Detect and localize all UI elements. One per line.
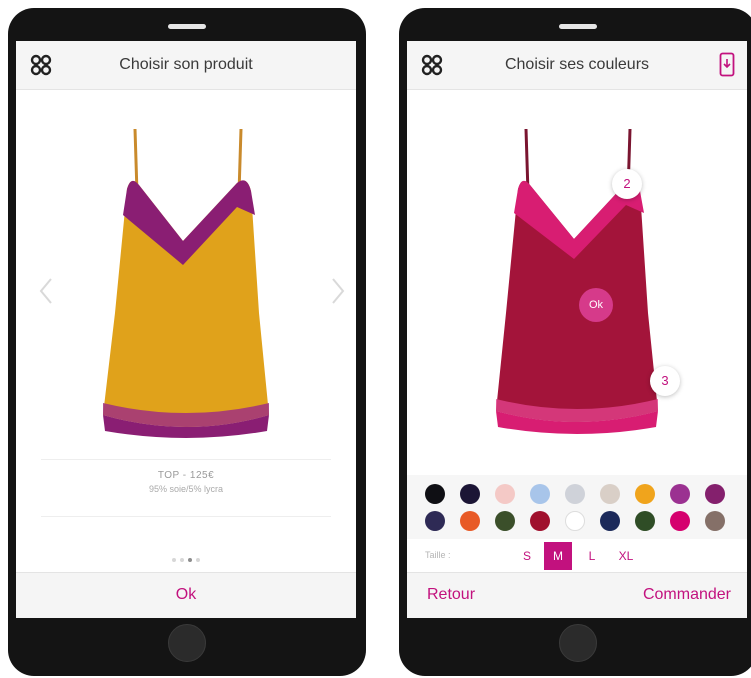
zone-badge[interactable]: 2	[612, 169, 642, 199]
color-swatch[interactable]	[565, 511, 585, 531]
chevron-right-icon[interactable]	[330, 277, 346, 305]
pagination-dot-active[interactable]	[188, 558, 192, 562]
product-name: TOP - 125€	[157, 470, 215, 481]
chevron-left-icon[interactable]	[38, 277, 54, 305]
color-swatch[interactable]	[530, 511, 550, 531]
size-option[interactable]: L	[578, 542, 606, 570]
pagination-dots	[16, 549, 356, 567]
color-swatch[interactable]	[425, 484, 445, 504]
phone-speaker	[559, 24, 597, 29]
product-screen: Choisir son produit TOP - 125€ 95% soie/…	[16, 41, 356, 618]
page-title: Choisir ses couleurs	[504, 56, 650, 73]
color-swatch[interactable]	[705, 511, 725, 531]
color-swatch[interactable]	[670, 511, 690, 531]
phone-download-icon[interactable]	[719, 52, 735, 77]
color-swatch[interactable]	[600, 511, 620, 531]
size-option[interactable]: XL	[612, 542, 640, 570]
color-swatch[interactable]	[530, 484, 550, 504]
color-swatch[interactable]	[460, 511, 480, 531]
ok-button[interactable]: Ok	[16, 586, 356, 604]
color-swatch[interactable]	[460, 484, 480, 504]
page-title: Choisir son produit	[119, 56, 253, 73]
pagination-dot[interactable]	[196, 558, 200, 562]
footer-bar: Ok	[16, 572, 356, 618]
footer-bar: Retour Commander	[407, 572, 747, 618]
pagination-dot[interactable]	[172, 558, 176, 562]
color-swatch[interactable]	[600, 484, 620, 504]
product-info: TOP - 125€ 95% soie/5% lycra	[41, 459, 331, 517]
color-swatch[interactable]	[495, 511, 515, 531]
camisole-yellow[interactable]	[91, 123, 281, 441]
size-option[interactable]: M	[544, 542, 572, 570]
color-screen: Choisir ses couleurs 2 3 Ok Taille : S M…	[407, 41, 747, 618]
home-button	[168, 624, 206, 662]
app-header: Choisir ses couleurs	[407, 41, 747, 90]
ok-badge[interactable]: Ok	[579, 288, 613, 322]
color-swatch[interactable]	[495, 484, 515, 504]
zone-badge[interactable]: 3	[650, 366, 680, 396]
color-swatch[interactable]	[635, 484, 655, 504]
phone-right: Choisir ses couleurs 2 3 Ok Taille : S M…	[399, 8, 751, 676]
color-swatch[interactable]	[565, 484, 585, 504]
color-swatch[interactable]	[705, 484, 725, 504]
order-button[interactable]: Commander	[643, 586, 731, 604]
app-header: Choisir son produit	[16, 41, 356, 90]
color-swatch[interactable]	[670, 484, 690, 504]
phone-speaker	[168, 24, 206, 29]
color-palette	[407, 475, 747, 539]
home-button	[559, 624, 597, 662]
color-swatch[interactable]	[635, 511, 655, 531]
size-selector: Taille : S M L XL	[407, 539, 747, 573]
size-label: Taille :	[425, 550, 451, 560]
color-swatch[interactable]	[425, 511, 445, 531]
phone-left: Choisir son produit TOP - 125€ 95% soie/…	[8, 8, 366, 676]
pagination-dot[interactable]	[180, 558, 184, 562]
back-button[interactable]: Retour	[427, 586, 475, 604]
product-composition: 95% soie/5% lycra	[148, 484, 224, 494]
size-option[interactable]: S	[513, 542, 541, 570]
camisole-burgundy[interactable]	[484, 123, 670, 435]
